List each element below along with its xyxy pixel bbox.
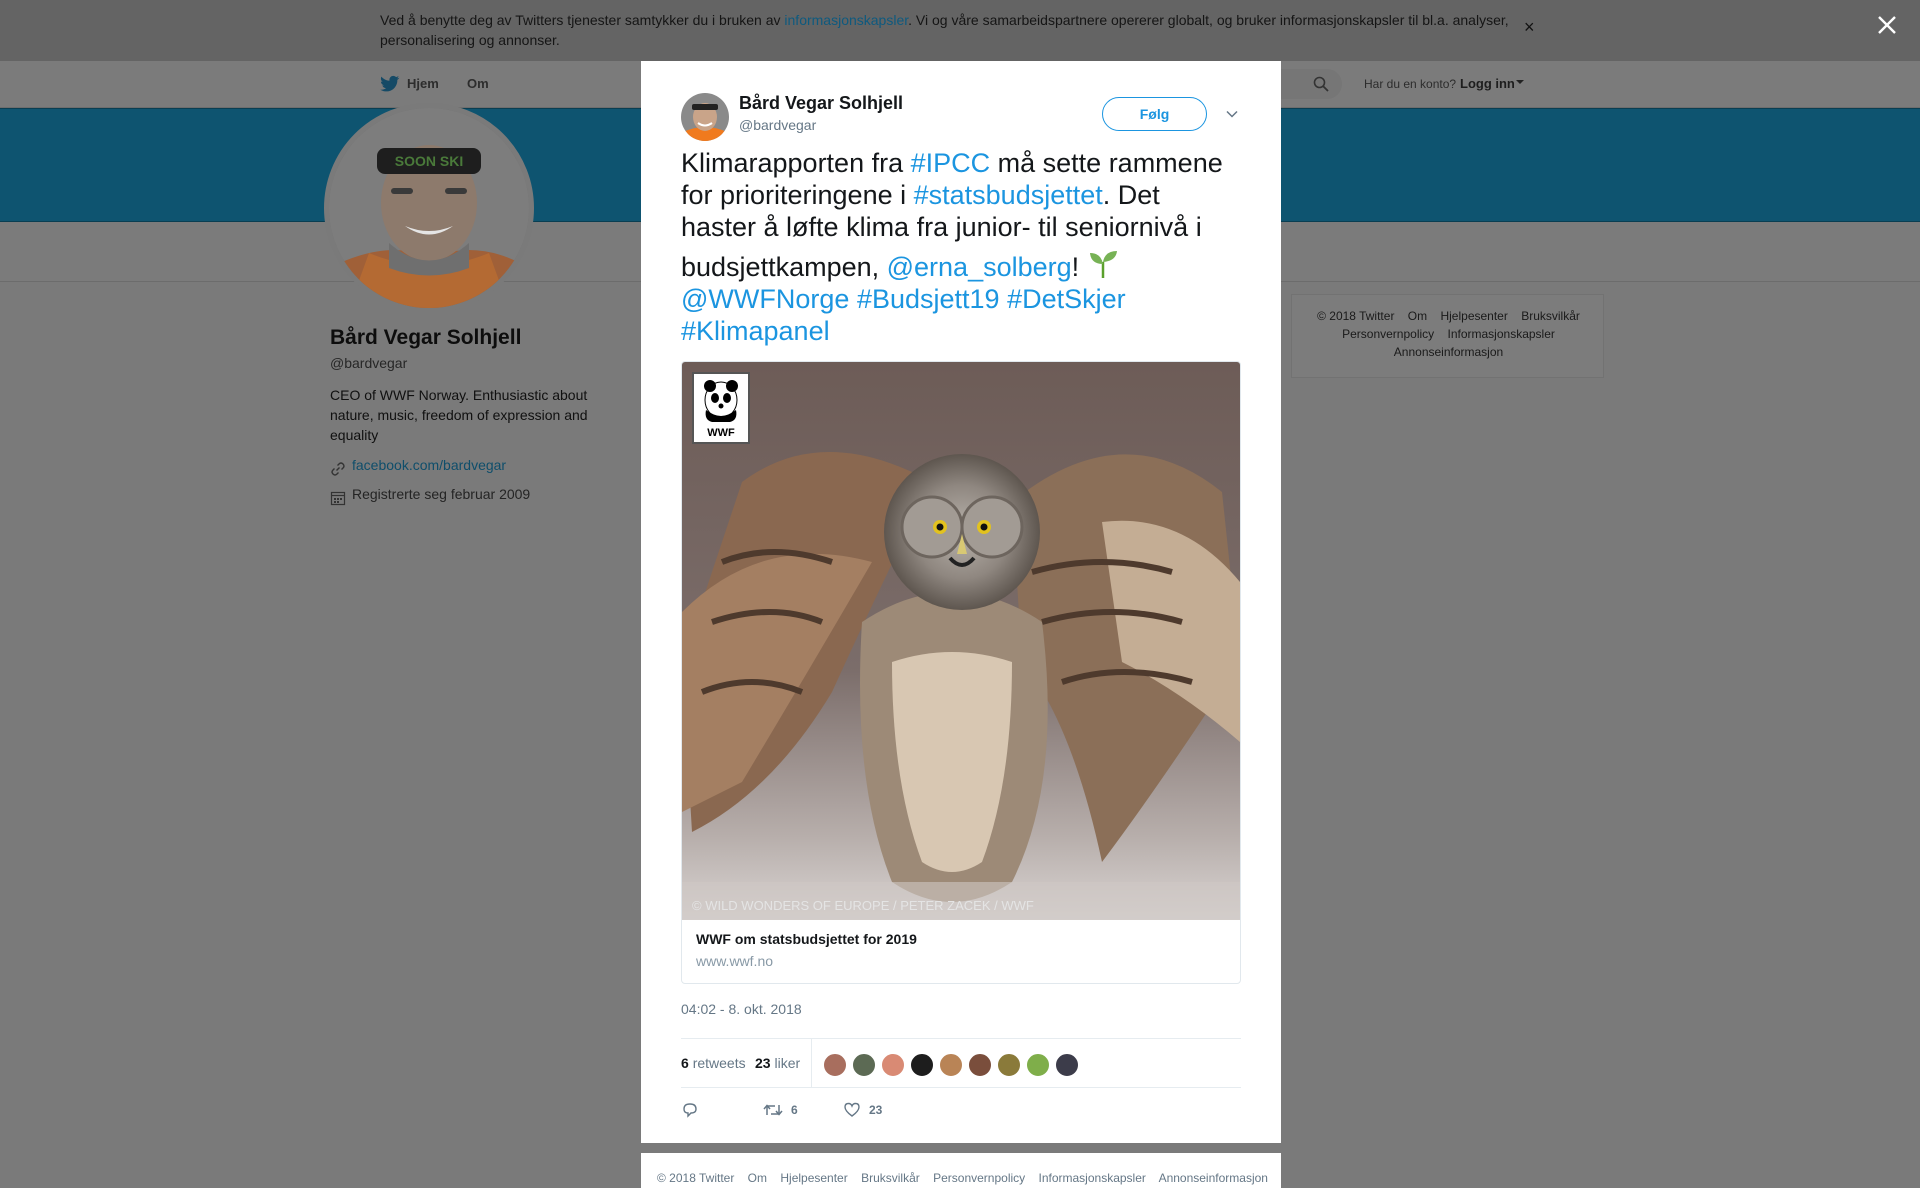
footer-copyright: © 2018 Twitter	[657, 1171, 735, 1185]
card-domain: www.wwf.no	[696, 953, 774, 969]
profile-website-link[interactable]: facebook.com/bardvegar	[352, 457, 506, 473]
link-icon	[331, 462, 345, 476]
hashtag-detskjer[interactable]: #DetSkjer	[1007, 284, 1126, 314]
tweet-text-line: for prioriteringene i #statsbudsjettet. …	[681, 179, 1246, 211]
tweet-text-segment: Klimarapporten fra	[681, 148, 911, 178]
nav-home-link[interactable]: Hjem	[407, 76, 439, 91]
tweet-text-segment: for prioriteringene i	[681, 180, 914, 210]
tweet-text-segment: . Det	[1102, 180, 1160, 210]
likes-label: liker	[774, 1055, 801, 1071]
footer-link-terms[interactable]: Bruksvilkår	[861, 1171, 920, 1185]
retweets-label: retweets	[692, 1055, 746, 1071]
retweet-action-count: 6	[791, 1103, 798, 1117]
liker-avatar[interactable]	[939, 1053, 963, 1077]
tweet-text-line: #Klimapanel	[681, 315, 1246, 347]
chevron-down-icon[interactable]	[1516, 80, 1524, 84]
liker-avatar[interactable]	[823, 1053, 847, 1077]
footer-link-about[interactable]: Om	[1408, 309, 1427, 323]
footer-link-help[interactable]: Hjelpesenter	[780, 1171, 847, 1185]
retweets-stat[interactable]: 6 retweets	[681, 1055, 746, 1071]
cookie-close-button[interactable]: ×	[1524, 17, 1535, 38]
liker-avatar[interactable]	[1055, 1053, 1079, 1077]
footer-link-ads[interactable]: Annonseinformasjon	[1394, 345, 1503, 359]
liker-avatar[interactable]	[910, 1053, 934, 1077]
tweet-author-avatar[interactable]	[681, 93, 729, 141]
tweet-author-name[interactable]: Bård Vegar Solhjell	[739, 93, 903, 114]
tweet-text-segment: !	[1071, 252, 1087, 282]
tweet-text-segment: må sette rammene	[990, 148, 1223, 178]
footer-link-cookies[interactable]: Informasjonskapsler	[1448, 327, 1555, 341]
tweet-text-line: @WWFNorge #Budsjett19 #DetSkjer	[681, 283, 1246, 315]
footer-link-cookies[interactable]: Informasjonskapsler	[1039, 1171, 1146, 1185]
mention-erna-solberg[interactable]: @erna_solberg	[887, 252, 1072, 282]
retweets-count: 6	[681, 1055, 689, 1071]
profile-avatar[interactable]: SOON SKI	[324, 103, 534, 313]
profile-handle[interactable]: @bardvegar	[330, 355, 407, 371]
tweet-modal: Bård Vegar Solhjell @bardvegar Følg Klim…	[641, 61, 1281, 1143]
hashtag-klimapanel[interactable]: #Klimapanel	[681, 316, 830, 346]
tweet-text-segment: haster å løfte klima fra junior- til sen…	[681, 212, 1202, 242]
tweet-text-line: haster å løfte klima fra junior- til sen…	[681, 211, 1246, 243]
account-question-text: Har du en konto?	[1364, 77, 1457, 91]
cookie-banner: Ved å benytte deg av Twitters tjenester …	[0, 0, 1920, 61]
likes-count: 23	[755, 1055, 771, 1071]
hashtag-ipcc[interactable]: #IPCC	[911, 148, 991, 178]
tweet-actions: 6 23	[681, 1091, 1241, 1131]
link-card[interactable]: WWF © WILD WONDERS OF EUROPE / PETER ZAC…	[681, 361, 1241, 984]
like-action-count: 23	[869, 1103, 883, 1117]
liker-avatar[interactable]	[997, 1053, 1021, 1077]
footer-link-help[interactable]: Hjelpesenter	[1440, 309, 1507, 323]
wwf-logo: WWF	[692, 372, 750, 444]
tweet-text: Klimarapporten fra #IPCC må sette rammen…	[681, 147, 1246, 347]
search-icon[interactable]	[1313, 76, 1329, 92]
liker-avatar[interactable]	[1026, 1053, 1050, 1077]
photo-credit: © WILD WONDERS OF EUROPE / PETER ZACEK /…	[692, 898, 1034, 913]
avatar-photo: SOON SKI	[329, 108, 529, 308]
retweet-icon[interactable]	[763, 1101, 783, 1119]
stats-divider	[811, 1039, 812, 1088]
footer-link-ads[interactable]: Annonseinformasjon	[1159, 1171, 1268, 1185]
tweet-text-line: Klimarapporten fra #IPCC må sette rammen…	[681, 147, 1246, 179]
side-footer: © 2018 Twitter Om Hjelpesenter Bruksvilk…	[1291, 294, 1604, 378]
footer-link-about[interactable]: Om	[748, 1171, 767, 1185]
wwf-logo-text: WWF	[707, 427, 735, 439]
calendar-icon	[330, 491, 346, 506]
chevron-down-icon[interactable]	[1225, 107, 1239, 121]
likes-stat[interactable]: 23 liker	[755, 1055, 800, 1071]
cookie-text-start: Ved å benytte deg av Twitters tjenester …	[380, 12, 785, 28]
heart-icon[interactable]	[843, 1101, 861, 1119]
footer-copyright: © 2018 Twitter	[1317, 309, 1395, 323]
liker-avatar[interactable]	[968, 1053, 992, 1077]
liker-avatar[interactable]	[881, 1053, 905, 1077]
cookie-policy-link[interactable]: informasjonskapsler	[784, 12, 908, 28]
seedling-icon	[1089, 251, 1117, 278]
hashtag-statsbudsjettet[interactable]: #statsbudsjettet	[914, 180, 1103, 210]
liker-avatar[interactable]	[852, 1053, 876, 1077]
profile-bio: CEO of WWF Norway. Enthusiastic about na…	[330, 387, 588, 443]
login-link[interactable]: Logg inn	[1460, 76, 1515, 91]
footer-link-privacy[interactable]: Personvernpolicy	[933, 1171, 1025, 1185]
reply-icon[interactable]	[681, 1101, 699, 1119]
card-image-owl[interactable]	[682, 362, 1240, 920]
tweet-author-handle[interactable]: @bardvegar	[739, 117, 816, 133]
card-title[interactable]: WWF om statsbudsjettet for 2019	[696, 931, 917, 947]
nav-about-link[interactable]: Om	[467, 76, 489, 91]
tweet-text-segment: budsjettkampen,	[681, 252, 887, 282]
follow-button[interactable]: Følg	[1102, 97, 1207, 131]
tweet-text-line: budsjettkampen, @erna_solberg!	[681, 248, 1246, 283]
tweet-stats: 6 retweets 23 liker	[681, 1038, 1241, 1088]
cookie-notice-text: Ved å benytte deg av Twitters tjenester …	[380, 10, 1520, 50]
hashtag-budsjett19[interactable]: #Budsjett19	[857, 284, 1000, 314]
twitter-bird-icon[interactable]	[380, 75, 400, 93]
mention-wwfnorge[interactable]: @WWFNorge	[681, 284, 849, 314]
tweet-timestamp[interactable]: 04:02 - 8. okt. 2018	[681, 1001, 802, 1017]
profile-name[interactable]: Bård Vegar Solhjell	[330, 326, 521, 350]
avatar-headband-text: SOON SKI	[395, 153, 463, 169]
footer-link-terms[interactable]: Bruksvilkår	[1521, 309, 1580, 323]
close-icon[interactable]	[1876, 14, 1898, 36]
profile-join-date: Registrerte seg februar 2009	[352, 486, 531, 502]
modal-footer: © 2018 Twitter Om Hjelpesenter Bruksvilk…	[641, 1153, 1281, 1188]
footer-link-privacy[interactable]: Personvernpolicy	[1342, 327, 1434, 341]
